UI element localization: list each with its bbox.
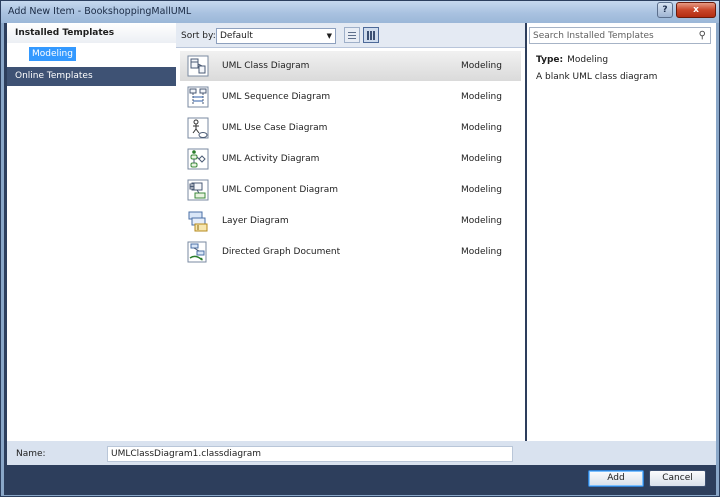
template-category: Modeling	[461, 92, 502, 102]
template-name: Directed Graph Document	[222, 247, 341, 257]
search-input[interactable]: Search Installed Templates ⚲	[529, 27, 711, 44]
template-name: UML Component Diagram	[222, 185, 338, 195]
add-new-item-dialog: Add New Item - BookshoppingMallUML ? x I…	[0, 0, 720, 497]
dialog-client-area: Installed Templates Modeling Online Temp…	[4, 23, 716, 495]
template-category: Modeling	[461, 61, 502, 71]
nav-online-templates[interactable]: Online Templates	[7, 67, 176, 86]
template-row[interactable]: Layer Diagram Modeling	[180, 206, 521, 236]
nav-item-modeling[interactable]: Modeling	[29, 47, 76, 61]
sort-by-value: Default	[220, 31, 253, 41]
template-name: UML Use Case Diagram	[222, 123, 328, 133]
template-name: UML Class Diagram	[222, 61, 310, 71]
type-value: Modeling	[567, 55, 609, 65]
small-icons-view-button[interactable]	[344, 27, 360, 43]
template-category: Modeling	[461, 185, 502, 195]
activity-diagram-icon	[187, 148, 209, 170]
sequence-diagram-icon	[187, 86, 209, 108]
cancel-button[interactable]: Cancel	[649, 470, 706, 487]
type-label: Type:	[536, 55, 564, 65]
template-category: Modeling	[461, 123, 502, 133]
name-label: Name:	[16, 449, 46, 459]
chevron-down-icon: ▼	[326, 32, 332, 40]
template-row[interactable]: UML Use Case Diagram Modeling	[180, 113, 521, 143]
directed-graph-icon	[187, 241, 207, 263]
template-row[interactable]: UML Class Diagram Modeling	[180, 51, 521, 81]
add-button[interactable]: Add	[588, 470, 644, 487]
sort-by-dropdown[interactable]: Default ▼	[216, 28, 336, 44]
help-button[interactable]: ?	[657, 2, 673, 18]
use-case-diagram-icon	[187, 117, 209, 139]
name-field[interactable]: UMLClassDiagram1.classdiagram	[107, 446, 513, 462]
close-button[interactable]: x	[676, 2, 716, 18]
search-placeholder: Search Installed Templates	[533, 31, 654, 41]
template-row[interactable]: UML Sequence Diagram Modeling	[180, 82, 521, 112]
template-category: Modeling	[461, 154, 502, 164]
medium-icons-view-button[interactable]	[363, 27, 379, 43]
window-title: Add New Item - BookshoppingMallUML	[8, 6, 192, 17]
template-details-panel: Search Installed Templates ⚲ Type: Modeli…	[527, 23, 716, 441]
name-row: Name: UMLClassDiagram1.classdiagram	[7, 441, 716, 465]
template-type: Type: Modeling	[536, 55, 608, 65]
template-row[interactable]: UML Activity Diagram Modeling	[180, 144, 521, 174]
template-description: A blank UML class diagram	[536, 72, 658, 82]
layer-diagram-icon	[188, 211, 208, 232]
component-diagram-icon	[187, 179, 209, 201]
template-name: UML Sequence Diagram	[222, 92, 331, 102]
template-name: Layer Diagram	[222, 216, 289, 226]
template-row[interactable]: Directed Graph Document Modeling	[180, 237, 521, 267]
nav-installed-templates[interactable]: Installed Templates	[7, 24, 176, 43]
template-category: Modeling	[461, 216, 502, 226]
search-icon[interactable]: ⚲	[699, 30, 706, 41]
title-bar[interactable]: Add New Item - BookshoppingMallUML ? x	[1, 1, 719, 23]
sort-by-label: Sort by:	[181, 31, 216, 41]
template-list: UML Class Diagram Modeling UML Sequence …	[176, 47, 525, 441]
template-category-nav: Installed Templates Modeling Online Temp…	[7, 23, 176, 441]
template-category: Modeling	[461, 247, 502, 257]
template-toolbar: Sort by: Default ▼	[176, 23, 525, 47]
class-diagram-icon	[187, 55, 209, 77]
template-row[interactable]: UML Component Diagram Modeling	[180, 175, 521, 205]
template-name: UML Activity Diagram	[222, 154, 320, 164]
